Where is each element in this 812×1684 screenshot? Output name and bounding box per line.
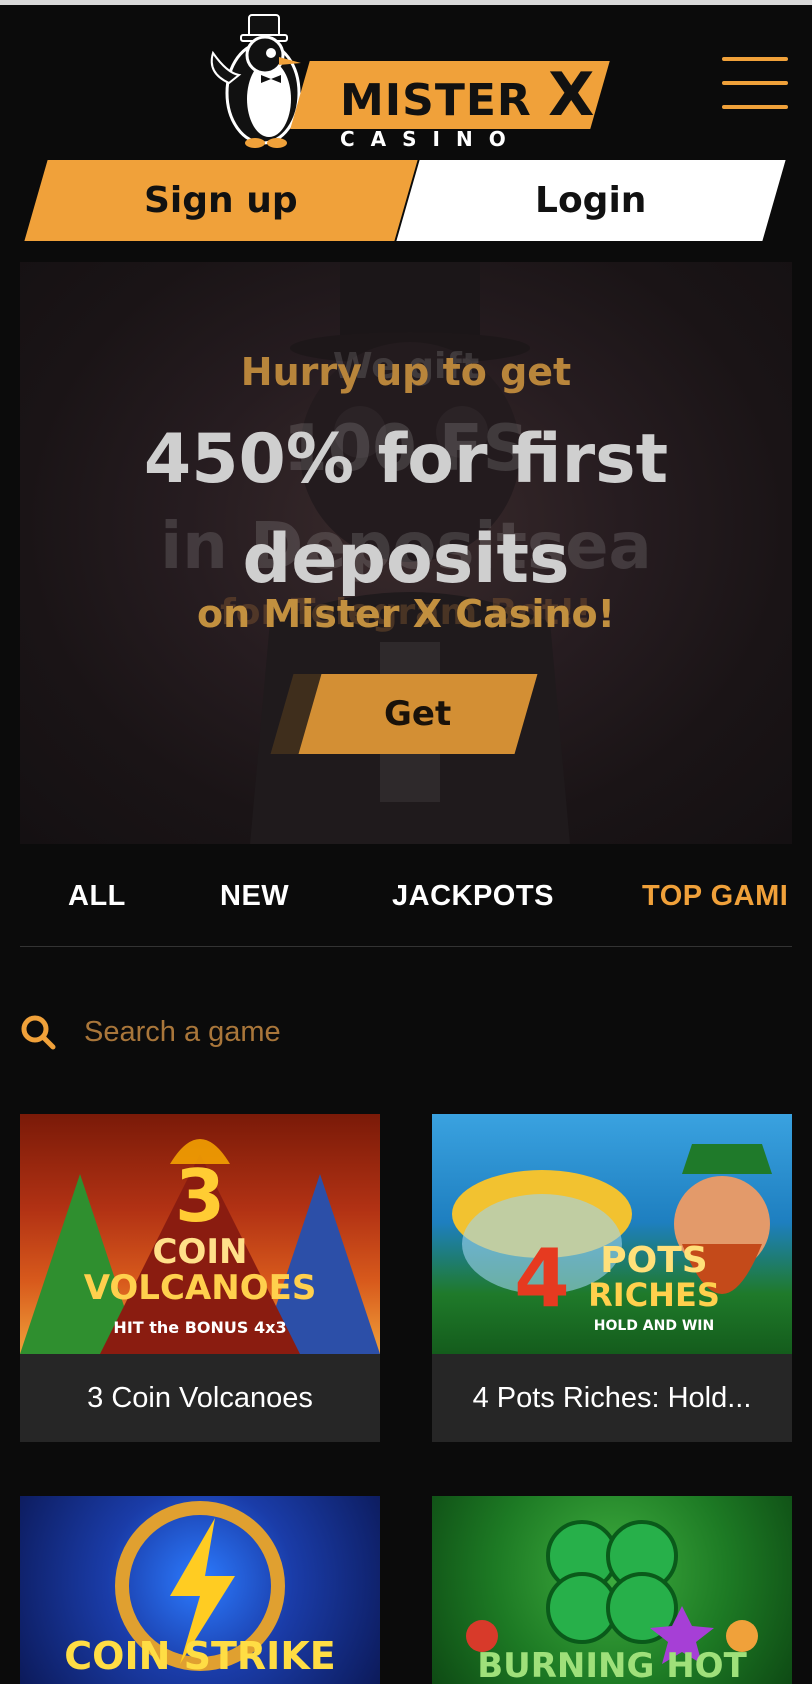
site-header: MISTER X CASINO	[0, 5, 812, 155]
tabs-divider	[20, 946, 792, 947]
login-button[interactable]: Login	[396, 160, 786, 241]
game-thumbnail: COIN STRIKE	[20, 1496, 380, 1684]
tab-jackpots[interactable]: JACKPOTS	[392, 880, 554, 913]
game-thumbnail: 3 COIN VOLCANOES HIT the BONUS 4x3	[20, 1114, 380, 1354]
game-search	[20, 1000, 792, 1064]
hero-subtitle: Hurry up to get	[240, 350, 572, 394]
game-title: 3 Coin Volcanoes	[20, 1354, 380, 1442]
game-title: 4 Pots Riches: Hold...	[432, 1354, 792, 1442]
auth-buttons: Sign up Login	[0, 160, 812, 242]
game-thumbnail: 4 POTS RICHES HOLD AND WIN	[432, 1114, 792, 1354]
hero-title: 450% for first deposits	[143, 420, 669, 599]
logo-wordmark: MISTER X	[340, 60, 596, 130]
hamburger-menu-icon[interactable]	[722, 57, 788, 113]
promo-banner[interactable]: We gift 100 FS in Depositsea for Telegra…	[20, 262, 792, 844]
game-thumbnail: BURNING HOT	[432, 1496, 792, 1684]
hero-get-button[interactable]: Get	[298, 674, 538, 754]
logo-subtitle: CASINO	[340, 127, 522, 151]
tab-top-games[interactable]: TOP GAMI	[642, 880, 788, 913]
login-label: Login	[535, 180, 647, 221]
tab-all[interactable]: ALL	[68, 880, 126, 913]
hero-footer: on Mister X Casino!	[197, 592, 615, 636]
casino-logo[interactable]: MISTER X CASINO	[205, 13, 610, 153]
hero-get-label: Get	[384, 694, 452, 734]
search-input[interactable]	[84, 1006, 684, 1058]
search-icon	[21, 1015, 56, 1050]
tab-new[interactable]: NEW	[220, 880, 289, 913]
category-tabs: ALL NEW JACKPOTS TOP GAMI	[20, 868, 792, 948]
signup-label: Sign up	[144, 180, 298, 221]
signup-button[interactable]: Sign up	[24, 160, 418, 241]
